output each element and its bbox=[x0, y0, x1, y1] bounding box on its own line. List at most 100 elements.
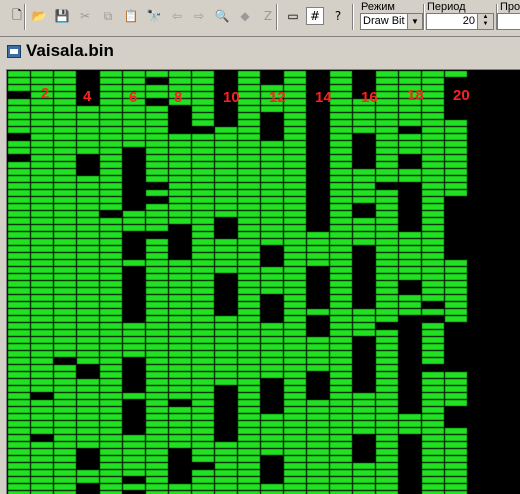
bit-cell[interactable] bbox=[30, 294, 54, 302]
bit-cell[interactable] bbox=[30, 336, 54, 344]
bit-cell[interactable] bbox=[421, 147, 445, 155]
bit-cell[interactable] bbox=[214, 378, 238, 386]
bit-cell[interactable] bbox=[444, 427, 468, 435]
bit-cell[interactable] bbox=[352, 406, 376, 414]
bit-cell[interactable] bbox=[375, 455, 399, 463]
bit-cell[interactable] bbox=[53, 196, 77, 204]
bit-cell[interactable] bbox=[7, 84, 31, 92]
bit-cell[interactable] bbox=[168, 413, 192, 421]
bit-cell[interactable] bbox=[99, 189, 123, 197]
bit-cell[interactable] bbox=[99, 224, 123, 232]
bit-cell[interactable] bbox=[444, 392, 468, 400]
bit-cell[interactable] bbox=[145, 441, 169, 449]
bit-cell[interactable] bbox=[329, 91, 353, 99]
bit-cell[interactable] bbox=[421, 434, 445, 442]
bit-cell[interactable] bbox=[145, 154, 169, 162]
bit-cell[interactable] bbox=[30, 161, 54, 169]
bit-cell[interactable] bbox=[375, 133, 399, 141]
bit-cell[interactable] bbox=[99, 119, 123, 127]
bit-cell[interactable] bbox=[375, 483, 399, 491]
bit-cell[interactable] bbox=[99, 469, 123, 477]
bit-cell[interactable] bbox=[7, 238, 31, 246]
bit-cell[interactable] bbox=[7, 406, 31, 414]
bit-cell[interactable] bbox=[76, 406, 100, 414]
bit-cell[interactable] bbox=[398, 252, 422, 260]
bit-cell[interactable] bbox=[329, 364, 353, 372]
bit-cell[interactable] bbox=[30, 329, 54, 337]
bit-cell[interactable] bbox=[7, 455, 31, 463]
bit-cell[interactable] bbox=[191, 161, 215, 169]
bit-cell[interactable] bbox=[53, 161, 77, 169]
bit-cell[interactable] bbox=[260, 357, 284, 365]
bit-cell[interactable] bbox=[237, 238, 261, 246]
fill-icon[interactable]: ◆ bbox=[236, 7, 254, 25]
bit-cell[interactable] bbox=[214, 469, 238, 477]
bit-cell[interactable] bbox=[375, 238, 399, 246]
bit-cell[interactable] bbox=[329, 448, 353, 456]
bit-cell[interactable] bbox=[145, 259, 169, 267]
bit-cell[interactable] bbox=[329, 259, 353, 267]
bit-cell[interactable] bbox=[329, 455, 353, 463]
bit-cell[interactable] bbox=[7, 252, 31, 260]
bit-cell[interactable] bbox=[352, 469, 376, 477]
bit-cell[interactable] bbox=[237, 329, 261, 337]
bit-cell[interactable] bbox=[76, 238, 100, 246]
bit-cell[interactable] bbox=[7, 105, 31, 113]
bit-cell[interactable] bbox=[168, 217, 192, 225]
bit-cell[interactable] bbox=[260, 427, 284, 435]
bit-cell[interactable] bbox=[398, 301, 422, 309]
bit-cell[interactable] bbox=[145, 413, 169, 421]
bit-cell[interactable] bbox=[30, 245, 54, 253]
bit-cell[interactable] bbox=[329, 196, 353, 204]
bit-cell[interactable] bbox=[99, 371, 123, 379]
bit-cell[interactable] bbox=[283, 238, 307, 246]
bit-cell[interactable] bbox=[352, 231, 376, 239]
bit-cell[interactable] bbox=[99, 196, 123, 204]
bit-cell[interactable] bbox=[283, 77, 307, 85]
bit-cell[interactable] bbox=[99, 140, 123, 148]
bit-cell[interactable] bbox=[7, 413, 31, 421]
bit-cell[interactable] bbox=[260, 413, 284, 421]
bit-cell[interactable] bbox=[214, 441, 238, 449]
bit-cell[interactable] bbox=[398, 168, 422, 176]
bit-cell[interactable] bbox=[168, 168, 192, 176]
bit-cell[interactable] bbox=[444, 455, 468, 463]
bit-cell[interactable] bbox=[53, 133, 77, 141]
bit-cell[interactable] bbox=[7, 350, 31, 358]
bit-cell[interactable] bbox=[7, 385, 31, 393]
bit-cell[interactable] bbox=[421, 266, 445, 274]
bit-cell[interactable] bbox=[191, 483, 215, 491]
bit-cell[interactable] bbox=[214, 322, 238, 330]
bit-cell[interactable] bbox=[76, 287, 100, 295]
bit-cell[interactable] bbox=[398, 238, 422, 246]
bit-cell[interactable] bbox=[214, 175, 238, 183]
bit-cell[interactable] bbox=[214, 126, 238, 134]
bit-cell[interactable] bbox=[444, 441, 468, 449]
bit-cell[interactable] bbox=[444, 189, 468, 197]
bit-cell[interactable] bbox=[260, 371, 284, 379]
bit-cell[interactable] bbox=[30, 371, 54, 379]
bit-cell[interactable] bbox=[76, 420, 100, 428]
bit-cell[interactable] bbox=[421, 196, 445, 204]
bit-cell[interactable] bbox=[168, 210, 192, 218]
bit-cell[interactable] bbox=[237, 336, 261, 344]
bit-cell[interactable] bbox=[283, 203, 307, 211]
bit-cell[interactable] bbox=[237, 420, 261, 428]
bit-cell[interactable] bbox=[421, 224, 445, 232]
bit-cell[interactable] bbox=[145, 294, 169, 302]
bit-cell[interactable] bbox=[329, 210, 353, 218]
bit-cell[interactable] bbox=[283, 476, 307, 484]
bit-cell[interactable] bbox=[375, 364, 399, 372]
bit-cell[interactable] bbox=[168, 203, 192, 211]
bit-cell[interactable] bbox=[76, 196, 100, 204]
bit-cell[interactable] bbox=[444, 266, 468, 274]
bit-cell[interactable] bbox=[99, 266, 123, 274]
bit-cell[interactable] bbox=[421, 182, 445, 190]
bit-cell[interactable] bbox=[398, 77, 422, 85]
bit-cell[interactable] bbox=[122, 455, 146, 463]
bit-cell[interactable] bbox=[7, 196, 31, 204]
bit-cell[interactable] bbox=[145, 357, 169, 365]
mode-select[interactable]: Draw Bit ▼ bbox=[360, 13, 423, 30]
bit-cell[interactable] bbox=[237, 175, 261, 183]
bit-cell[interactable] bbox=[191, 329, 215, 337]
